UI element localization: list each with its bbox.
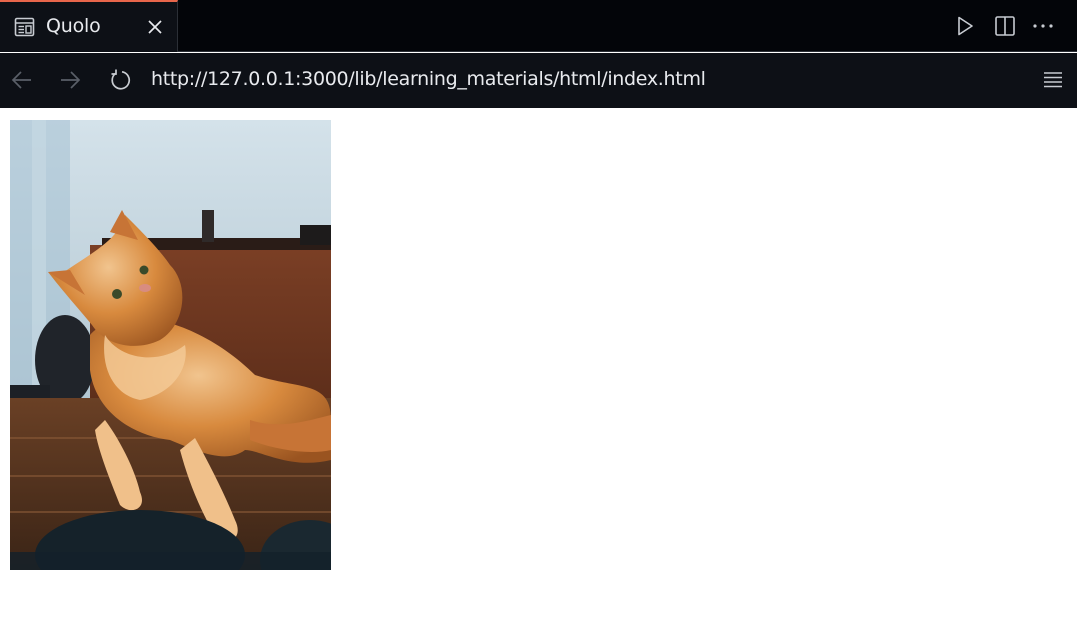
- reload-icon[interactable]: [107, 67, 133, 93]
- split-editor-icon[interactable]: [993, 14, 1017, 38]
- page-content: [0, 108, 1077, 617]
- arrow-right-icon[interactable]: [57, 67, 83, 93]
- menu-icon[interactable]: [1041, 68, 1065, 92]
- run-icon[interactable]: [953, 14, 977, 38]
- more-icon[interactable]: [1031, 14, 1055, 38]
- preview-icon: [14, 17, 35, 37]
- cat-photo: [10, 120, 331, 570]
- tab-bar: Quolo: [0, 0, 1077, 52]
- arrow-left-icon[interactable]: [9, 67, 35, 93]
- close-icon[interactable]: [145, 17, 165, 37]
- url-field[interactable]: http://127.0.0.1:3000/lib/learning_mater…: [151, 68, 706, 90]
- address-bar: http://127.0.0.1:3000/lib/learning_mater…: [0, 53, 1077, 108]
- tab-quolo[interactable]: Quolo: [0, 0, 178, 52]
- tab-title: Quolo: [46, 15, 101, 37]
